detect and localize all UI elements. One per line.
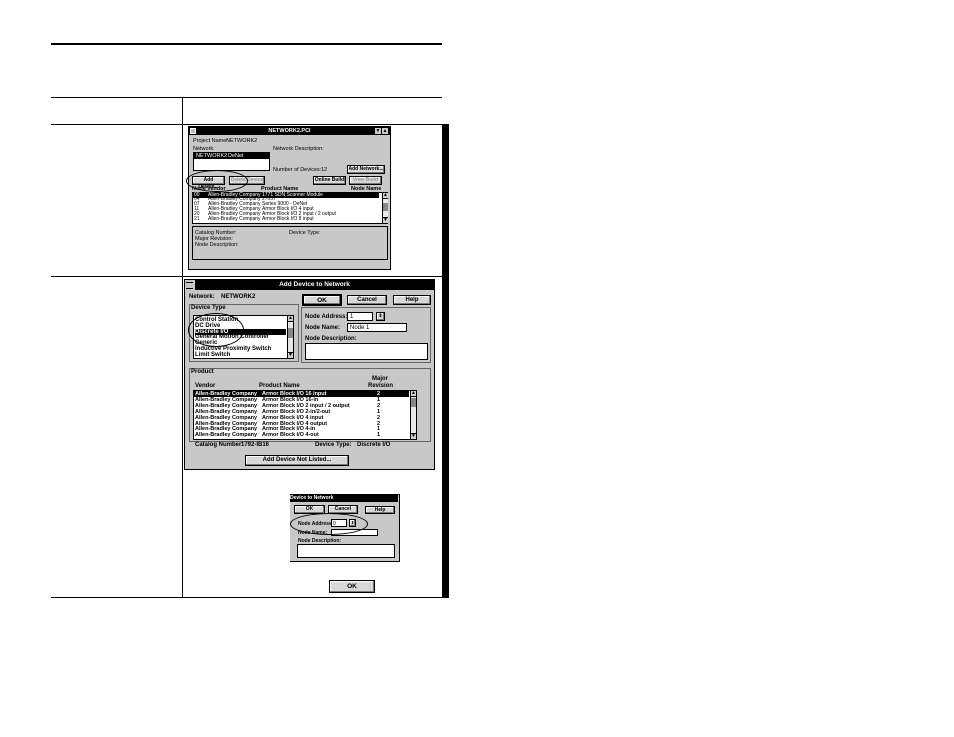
bottom-rule <box>51 597 442 598</box>
row-revision: 1 <box>377 432 381 439</box>
product-label: Product <box>191 369 214 375</box>
scroll-thumb[interactable] <box>383 203 388 211</box>
node-description-label: Node Description: <box>305 336 357 342</box>
network-list-item-type: DeNet <box>228 153 244 159</box>
node-name-field[interactable]: Node 1 <box>347 323 407 332</box>
col-major-revision: Major Revision <box>368 376 394 389</box>
node-address-value: 1 <box>350 314 354 320</box>
node-name-value: Node 1 <box>350 325 370 331</box>
row-rule-2 <box>51 276 442 277</box>
system-menu-icon[interactable] <box>190 128 196 134</box>
scroll-up-icon[interactable]: ▲ <box>383 193 388 199</box>
maximize-icon[interactable]: ▲ <box>382 128 388 134</box>
scroll-down-icon[interactable]: ▼ <box>411 433 416 439</box>
list-item[interactable]: Limit Switch <box>195 352 286 358</box>
top-rule <box>51 43 442 45</box>
ok-button[interactable]: OK <box>302 294 342 306</box>
crop-window-title: Device to Network <box>290 495 334 501</box>
num-devices-value: 12 <box>321 167 328 173</box>
side-bar <box>442 124 449 598</box>
node-address-spinner-icon[interactable]: ⇕ <box>376 312 385 321</box>
discrete-io-callout-oval <box>188 313 244 347</box>
table-row[interactable]: 21 Allen-Bradley Company Armor Block I/O 8… <box>193 215 379 222</box>
add-network-button[interactable]: Add Network... <box>347 165 385 174</box>
node-description-field[interactable] <box>305 343 428 360</box>
row-vendor: Allen-Bradley Company <box>195 432 258 439</box>
add-device-titlebar[interactable]: Add Device to Network <box>195 280 434 290</box>
device-type-label: Device Type <box>191 305 226 311</box>
column-divider <box>182 97 183 597</box>
add-device-callout-oval <box>186 170 248 192</box>
device-list[interactable]: 00 Allen-Bradley Company 1771 SDN Scanner … <box>192 192 388 224</box>
num-devices-label: Number of Devices: <box>273 167 322 173</box>
network-list-item-name: NETWORK2 <box>196 153 228 159</box>
online-build-label: Online Build <box>314 177 345 183</box>
scroll-down-icon[interactable]: ▼ <box>288 352 293 358</box>
col-product-name: Product Name <box>259 383 300 389</box>
node-description-label: Node Description: <box>195 242 239 248</box>
add-device-window: Add Device to Network Network: NETWORK2 … <box>184 279 435 470</box>
row-rule-1 <box>51 124 442 125</box>
network-description-label: Network Description: <box>273 146 324 152</box>
view-build-button[interactable]: View Build <box>349 176 382 185</box>
standalone-ok-button[interactable]: OK <box>329 580 375 593</box>
scroll-thumb[interactable] <box>411 398 416 407</box>
help-button[interactable]: Help <box>393 295 431 305</box>
cancel-button[interactable]: Cancel <box>347 295 387 305</box>
online-build-button[interactable]: Online Build <box>313 176 346 185</box>
crop-help-label: Help <box>374 507 386 513</box>
crop-help-button[interactable]: Help <box>365 506 395 514</box>
crop-titlebar[interactable]: Device to Network <box>290 495 398 502</box>
row-product: Armor Block I/O 4-out <box>262 432 319 439</box>
scroll-up-icon[interactable]: ▲ <box>411 391 416 397</box>
device-details-panel: Catalog Number: Device Type: Major Revis… <box>192 226 388 260</box>
add-device-not-listed-button[interactable]: Add Device Not Listed... <box>245 455 349 466</box>
network-window-titlebar[interactable]: NETWORK2.PCI <box>189 127 390 135</box>
network-list-item[interactable]: NETWORK2 DeNet <box>194 153 269 159</box>
add-network-label: Add Network... <box>348 166 384 172</box>
product-list[interactable]: Allen-Bradley Company Armor Block I/O 16 … <box>193 390 417 440</box>
catalog-number-label: Catalog Number: <box>195 442 244 448</box>
device-list-scrollbar[interactable]: ▲ ▼ <box>382 193 388 223</box>
node-address-field[interactable]: 1 <box>347 312 373 321</box>
col-vendor: Vendor <box>195 383 216 389</box>
device-type-label: Device Type: <box>315 442 352 448</box>
table-row[interactable]: Allen-Bradley Company Armor Block I/O 4-o… <box>194 432 409 438</box>
scroll-up-icon[interactable]: ▲ <box>288 316 293 322</box>
ok-label: OK <box>317 297 327 304</box>
view-build-label: View Build <box>352 177 379 183</box>
project-name-label: Project Name: <box>193 138 228 144</box>
crop-cancel-label: Cancel <box>334 506 352 512</box>
node-address-label: Node Address: <box>305 314 348 320</box>
system-menu-icon[interactable] <box>186 282 193 289</box>
node-name-label: Node Name: <box>305 325 341 331</box>
header-rule <box>51 97 442 98</box>
add-device-title: Add Device to Network <box>279 281 350 288</box>
row-node: 21 <box>194 215 200 222</box>
node-address-callout-oval <box>290 513 368 535</box>
device-type-scrollbar[interactable]: ▲ ▼ <box>287 316 293 358</box>
network-label: Network: <box>189 294 215 300</box>
standalone-ok-label: OK <box>347 583 357 590</box>
product-list-scrollbar[interactable]: ▲ ▼ <box>410 391 416 439</box>
network-list[interactable]: NETWORK2 DeNet <box>193 152 270 171</box>
scroll-thumb[interactable] <box>288 328 293 338</box>
scroll-down-icon[interactable]: ▼ <box>383 217 388 223</box>
device-type-value: Discrete I/O <box>357 442 391 448</box>
row-vendor: Allen-Bradley Company <box>208 215 261 222</box>
device-type-label: Device Type: <box>289 230 321 236</box>
project-name-value: NETWORK2 <box>226 138 258 144</box>
network-value: NETWORK2 <box>221 294 256 300</box>
row-product: Armor Block I/O 8 input <box>262 215 314 222</box>
catalog-number-value: 1792-IB16 <box>241 442 270 448</box>
crop-node-description-field[interactable] <box>297 544 395 558</box>
minimize-icon[interactable]: ▼ <box>375 128 381 134</box>
help-label: Help <box>405 297 419 303</box>
network-window: NETWORK2.PCI ▼ ▲ Project Name: NETWORK2 … <box>188 126 391 270</box>
cancel-label: Cancel <box>357 297 377 303</box>
crop-ok-label: OK <box>305 506 314 512</box>
window-title: NETWORK2.PCI <box>268 128 311 134</box>
add-device-not-listed-label: Add Device Not Listed... <box>262 457 332 463</box>
